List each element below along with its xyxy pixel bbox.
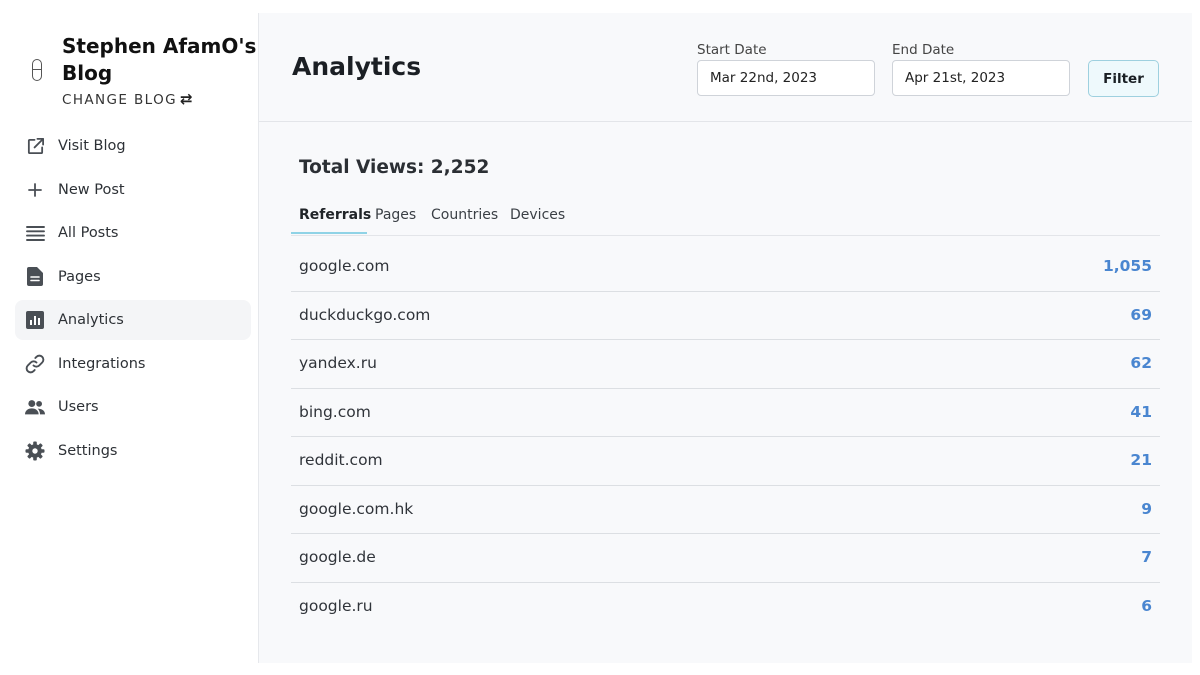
users-icon (25, 397, 45, 417)
referral-source: google.de (299, 548, 376, 566)
filter-button[interactable]: Filter (1088, 60, 1159, 97)
referral-count: 21 (1130, 451, 1152, 469)
end-date-label: End Date (892, 42, 955, 58)
referral-count: 9 (1141, 499, 1152, 518)
table-row: duckduckgo.com 69 (291, 292, 1160, 340)
sidebar-item-label: Pages (58, 268, 101, 285)
referral-count: 41 (1130, 402, 1152, 421)
table-row: bing.com 41 (291, 389, 1160, 437)
sidebar-item-label: Users (58, 399, 99, 415)
sidebar-item-visit-blog[interactable]: Visit Blog (15, 126, 251, 166)
bar-chart-icon (25, 310, 45, 330)
tab-devices[interactable]: Devices (510, 197, 565, 234)
total-views: Total Views: 2,252 (299, 157, 490, 178)
tab-countries[interactable]: Countries (431, 197, 498, 234)
end-date-input[interactable] (892, 60, 1070, 96)
sidebar-nav: Visit Blog New Post All Posts Pages Anal… (15, 126, 251, 474)
swap-arrows-icon: ⇄ (179, 90, 193, 108)
sidebar-item-label: Visit Blog (58, 138, 126, 154)
blog-title: Stephen AfamO's Blog (62, 34, 257, 85)
referral-source: google.com.hk (299, 499, 414, 518)
external-link-icon (25, 136, 45, 156)
sidebar: Stephen AfamO's Blog CHANGE BLOG ⇄ Visit … (0, 0, 258, 675)
referral-source: bing.com (299, 402, 371, 421)
analytics-tabs: Referrals Pages Countries Devices (291, 197, 1160, 236)
referral-count: 6 (1141, 596, 1152, 615)
sidebar-item-label: Analytics (58, 312, 124, 328)
sidebar-item-new-post[interactable]: New Post (15, 170, 251, 210)
sidebar-item-pages[interactable]: Pages (15, 257, 251, 297)
change-blog-link[interactable]: CHANGE BLOG ⇄ (62, 90, 193, 108)
referral-count: 69 (1130, 305, 1152, 324)
start-date-label: Start Date (697, 42, 767, 58)
sidebar-item-all-posts[interactable]: All Posts (15, 213, 251, 253)
tab-referrals[interactable]: Referrals (291, 197, 371, 234)
file-icon (25, 267, 45, 287)
table-row: google.com.hk 9 (291, 486, 1160, 534)
page-header: Analytics Start Date End Date Filter (259, 13, 1192, 122)
referral-source: google.ru (299, 596, 373, 615)
referral-source: reddit.com (299, 451, 383, 469)
sidebar-item-integrations[interactable]: Integrations (15, 344, 251, 384)
main-panel: Analytics Start Date End Date Filter Tot… (258, 13, 1192, 663)
referral-count: 1,055 (1102, 257, 1152, 275)
referral-source: duckduckgo.com (299, 305, 431, 324)
blog-switch-icon (32, 59, 42, 81)
referral-source: yandex.ru (299, 354, 377, 372)
table-row: google.ru 6 (291, 583, 1160, 631)
start-date-input[interactable] (697, 60, 875, 96)
referral-count: 7 (1141, 548, 1152, 566)
referral-count: 62 (1130, 354, 1152, 372)
gear-icon (25, 441, 45, 461)
sidebar-item-label: Settings (58, 442, 118, 459)
sidebar-item-label: Integrations (58, 355, 146, 372)
sidebar-item-users[interactable]: Users (15, 387, 251, 427)
change-blog-label: CHANGE BLOG (62, 92, 177, 108)
referrals-table: google.com 1,055 duckduckgo.com 69 yande… (291, 243, 1160, 630)
table-row: google.com 1,055 (291, 243, 1160, 292)
page-title: Analytics (292, 52, 422, 81)
sidebar-item-label: All Posts (58, 225, 119, 241)
sidebar-item-analytics[interactable]: Analytics (15, 300, 251, 340)
sidebar-item-label: New Post (58, 181, 125, 198)
table-row: yandex.ru 62 (291, 340, 1160, 389)
plus-icon (25, 180, 45, 200)
tab-pages[interactable]: Pages (375, 197, 416, 234)
table-row: reddit.com 21 (291, 437, 1160, 486)
sidebar-item-settings[interactable]: Settings (15, 431, 251, 471)
link-icon (25, 354, 45, 374)
list-icon (25, 223, 45, 243)
referral-source: google.com (299, 257, 390, 275)
table-row: google.de 7 (291, 534, 1160, 583)
